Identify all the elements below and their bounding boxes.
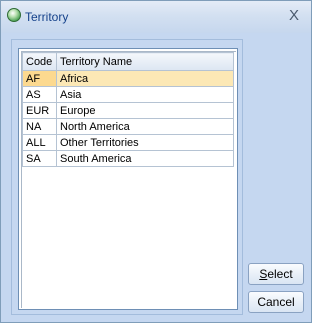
cell-name: South America xyxy=(56,150,234,167)
client-area: Code Territory Name AF Africa AS Asia EU… xyxy=(6,33,306,319)
cell-code: EUR xyxy=(22,102,57,119)
title-bar[interactable]: Territory X xyxy=(1,1,311,33)
territory-table: Code Territory Name AF Africa AS Asia EU… xyxy=(22,52,234,167)
column-header-territory-name[interactable]: Territory Name xyxy=(56,52,234,71)
cancel-button[interactable]: Cancel xyxy=(248,291,304,313)
header-row: Code Territory Name xyxy=(22,52,234,71)
window-title: Territory xyxy=(25,10,69,24)
select-button[interactable]: Select xyxy=(248,263,304,285)
cell-name: Africa xyxy=(56,70,234,87)
cell-name: Europe xyxy=(56,102,234,119)
column-header-code[interactable]: Code xyxy=(22,52,57,71)
cell-code: ALL xyxy=(22,134,57,151)
territory-grid[interactable]: Code Territory Name AF Africa AS Asia EU… xyxy=(18,48,238,310)
table-row[interactable]: ALL Other Territories xyxy=(22,134,234,151)
table-row[interactable]: AS Asia xyxy=(22,86,234,103)
cell-name: North America xyxy=(56,118,234,135)
table-row[interactable]: NA North America xyxy=(22,118,234,135)
territory-group-box: Code Territory Name AF Africa AS Asia EU… xyxy=(11,39,243,315)
grid-body: Code Territory Name AF Africa AS Asia EU… xyxy=(21,51,236,308)
territory-window: Territory X Code Territory Name AF Afric… xyxy=(0,0,312,323)
app-icon xyxy=(7,8,21,22)
cell-code: NA xyxy=(22,118,57,135)
cell-name: Other Territories xyxy=(56,134,234,151)
close-icon[interactable]: X xyxy=(285,7,303,25)
select-label: elect xyxy=(267,267,293,281)
cell-code: AS xyxy=(22,86,57,103)
cell-code: SA xyxy=(22,150,57,167)
table-row[interactable]: SA South America xyxy=(22,150,234,167)
cell-code: AF xyxy=(22,70,57,87)
table-row[interactable]: AF Africa xyxy=(22,70,234,87)
table-row[interactable]: EUR Europe xyxy=(22,102,234,119)
cell-name: Asia xyxy=(56,86,234,103)
